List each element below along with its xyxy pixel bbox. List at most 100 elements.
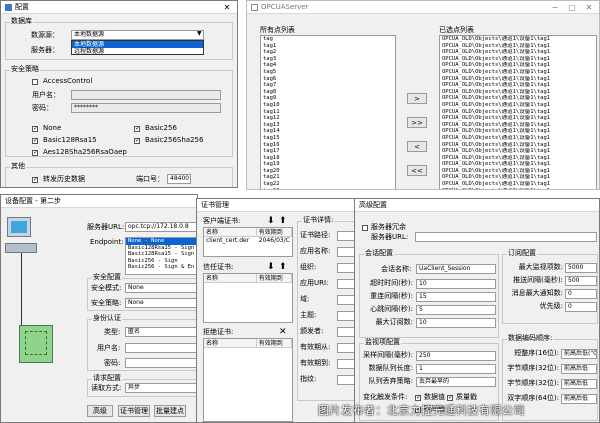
list-item[interactable]: OPCUA_OLD\Objects\通道1\设备1\tag1 (440, 56, 596, 63)
batch-create-button[interactable]: 批量建点 (154, 405, 186, 417)
list-item[interactable]: OPCUA_OLD\Objects\通道1\设备1\tag1 (440, 174, 596, 181)
list-item[interactable]: OPCUA_OLD\Objects\通道1\设备1\tag1 (440, 115, 596, 122)
add-all-button[interactable]: >> (407, 117, 427, 128)
list-item[interactable]: tag13 (261, 122, 395, 129)
list-item[interactable]: tag18 (261, 155, 395, 162)
list-item[interactable]: OPCUA_OLD\Objects\通道1\设备1\tag1 (440, 36, 596, 43)
list-item[interactable]: OPCUA_OLD\Objects\通道1\设备1\tag1 (440, 155, 596, 162)
delete-icon[interactable]: ✕ (279, 328, 287, 337)
list-item[interactable]: tag3 (261, 56, 395, 63)
list-item[interactable]: OPCUA_OLD\Objects\通道1\设备1\tag1 (440, 168, 596, 175)
list-item[interactable]: OPCUA_OLD\Objects\通道1\设备1\tag1 (440, 128, 596, 135)
redundant-checkbox[interactable] (362, 225, 368, 231)
list-item[interactable]: OPCUA_OLD\Objects\通道1\设备1\tag1 (440, 62, 596, 69)
list-item[interactable]: OPCUA_OLD\Objects\通道1\设备1\tag1 (440, 89, 596, 96)
monitor-field-input[interactable]: 250 (416, 351, 496, 361)
list-item[interactable]: OPCUA_OLD\Objects\通道1\设备1\tag1 (440, 95, 596, 102)
policy-basic256-checkbox[interactable]: ✓ (134, 126, 140, 132)
advanced-button[interactable]: 高级 (87, 405, 113, 417)
byteorder-field-select[interactable]: 前高后低("0") (561, 349, 597, 359)
list-item[interactable]: tag1 (261, 43, 395, 50)
list-item[interactable]: tag5 (261, 69, 395, 76)
list-item[interactable]: OPCUA_OLD\Objects\通道1\设备1\tag1 (440, 109, 596, 116)
read-mode-select[interactable]: 异步 (125, 383, 197, 393)
endpoint-item[interactable]: Basic256 - Sign & En (126, 264, 197, 271)
trigger-data-checkbox[interactable]: ✓ (415, 395, 421, 401)
list-item[interactable]: tag7 (261, 82, 395, 89)
auth-type-select[interactable]: 匿名 (125, 327, 197, 337)
policy-aes-checkbox[interactable]: ✓ (32, 150, 38, 156)
list-item[interactable]: tag11 (261, 109, 395, 116)
list-item[interactable]: tag4 (261, 62, 395, 69)
auth-user-input[interactable] (125, 343, 197, 353)
user-input[interactable] (71, 90, 221, 100)
source-dropdown-list[interactable]: 本地数据源 远程数据源 (71, 40, 204, 55)
monitor-field-input[interactable]: 丢弃最早的 (416, 377, 496, 387)
endpoint-list[interactable]: None - None Basic128Rsa15 - Sign Basic128R… (125, 237, 197, 275)
list-item[interactable]: OPCUA_OLD\Objects\通道1\设备1\tag1 (440, 135, 596, 142)
port-input[interactable]: 48400 (167, 174, 191, 184)
list-item[interactable]: OPCUA_OLD\Objects\通道1\设备1\tag1 (440, 148, 596, 155)
list-item[interactable]: OPCUA_OLD\Objects\通道1\设备1\tag1 (440, 82, 596, 89)
list-item[interactable]: tag21 (261, 174, 395, 181)
list-item[interactable]: tag6 (261, 76, 395, 83)
list-item[interactable]: OPCUA_OLD\Objects\通道1\设备1\tag1 (440, 161, 596, 168)
endpoint-item[interactable]: None - None (126, 238, 197, 245)
maximize-icon[interactable]: ▢ (564, 1, 580, 13)
session-name-input[interactable]: UaClient_Session (416, 264, 496, 274)
list-item[interactable]: OPCUA_OLD\Objects\通道1\设备1\tag1 (440, 188, 596, 189)
list-item[interactable]: OPCUA_OLD\Objects\通道1\设备1\tag1 (440, 43, 596, 50)
list-item[interactable]: tag10 (261, 102, 395, 109)
export-arrow-icon[interactable]: ⬆ (279, 217, 287, 226)
source-select[interactable]: 本地数据源 (71, 30, 204, 40)
server-url-input[interactable]: opc.tcp://172.18.0.8 (125, 222, 197, 232)
access-control-checkbox[interactable] (32, 79, 38, 85)
list-item[interactable]: tag9 (261, 95, 395, 102)
session-field-input[interactable]: 10 (416, 279, 496, 289)
endpoint-item[interactable]: Basic256 - Sign (126, 258, 197, 265)
session-field-input[interactable]: 15 (416, 292, 496, 302)
subscription-field-input[interactable]: 0 (565, 302, 597, 312)
list-item[interactable]: tag19 (261, 161, 395, 168)
export-arrow-icon[interactable]: ⬆ (279, 263, 287, 272)
close-icon[interactable]: ✕ (219, 1, 235, 13)
byteorder-field-select[interactable]: 前高后低 (561, 364, 597, 374)
table-row[interactable]: client_cert.der 2046/03/C (204, 237, 292, 245)
session-field-input[interactable]: 10 (416, 318, 496, 328)
reject-cert-list[interactable]: 名称 有效期到 (203, 338, 293, 422)
subscription-field-input[interactable]: 500 (565, 276, 597, 286)
policy-none-checkbox[interactable]: ✓ (32, 126, 38, 132)
add-button[interactable]: > (407, 93, 427, 104)
minimize-icon[interactable]: − (547, 1, 563, 13)
subscription-field-input[interactable]: 5000 (565, 263, 597, 273)
list-item[interactable]: OPCUA_OLD\Objects\通道1\设备1\tag1 (440, 142, 596, 149)
security-mode-select[interactable]: None (125, 283, 197, 293)
list-item[interactable]: tag14 (261, 128, 395, 135)
list-item[interactable]: OPCUA_OLD\Objects\通道1\设备1\tag1 (440, 76, 596, 83)
list-item[interactable]: tag2 (261, 49, 395, 56)
subscription-field-input[interactable]: 0 (565, 289, 597, 299)
list-item[interactable]: OPCUA_OLD\Objects\通道1\设备1\tag1 (440, 69, 596, 76)
password-input[interactable]: ******** (71, 103, 221, 113)
policy-basic256sha-checkbox[interactable]: ✓ (134, 138, 140, 144)
import-arrow-icon[interactable]: ⬇ (267, 217, 275, 226)
endpoint-item[interactable]: Basic128Rsa15 - Sign (126, 245, 197, 252)
client-cert-list[interactable]: 名称 有效期到 client_cert.der 2046/03/C (203, 227, 293, 257)
byteorder-field-select[interactable]: 前高后低 (561, 379, 597, 389)
list-item[interactable]: tag8 (261, 89, 395, 96)
selected-points-list[interactable]: OPCUA_OLD\Objects\通道1\设备1\tag1 OPCUA_OLD\… (439, 35, 597, 189)
list-item[interactable]: tag22 (261, 181, 395, 188)
policy-basic128-checkbox[interactable]: ✓ (32, 138, 38, 144)
byteorder-field-select[interactable]: 前高后低 (561, 394, 597, 404)
trust-cert-list[interactable]: 名称 有效期到 (203, 273, 293, 323)
list-item[interactable]: tag20 (261, 168, 395, 175)
list-item[interactable]: OPCUA_OLD\Objects\通道1\设备1\tag1 (440, 181, 596, 188)
source-option-local[interactable]: 本地数据源 (72, 41, 203, 48)
list-item[interactable]: tag23 (261, 188, 395, 189)
cert-manage-button[interactable]: 证书管理 (118, 405, 150, 417)
trigger-quality-checkbox[interactable]: ✓ (447, 395, 453, 401)
close-icon[interactable]: ✕ (581, 1, 597, 13)
all-points-list[interactable]: tag tag1 tag2 tag3 tag4 tag5 tag6 tag7 tag8 tag9 t… (260, 35, 396, 189)
security-policy-select[interactable]: None (125, 298, 197, 308)
endpoint-item[interactable]: Basic128Rsa15 - Sign (126, 251, 197, 258)
